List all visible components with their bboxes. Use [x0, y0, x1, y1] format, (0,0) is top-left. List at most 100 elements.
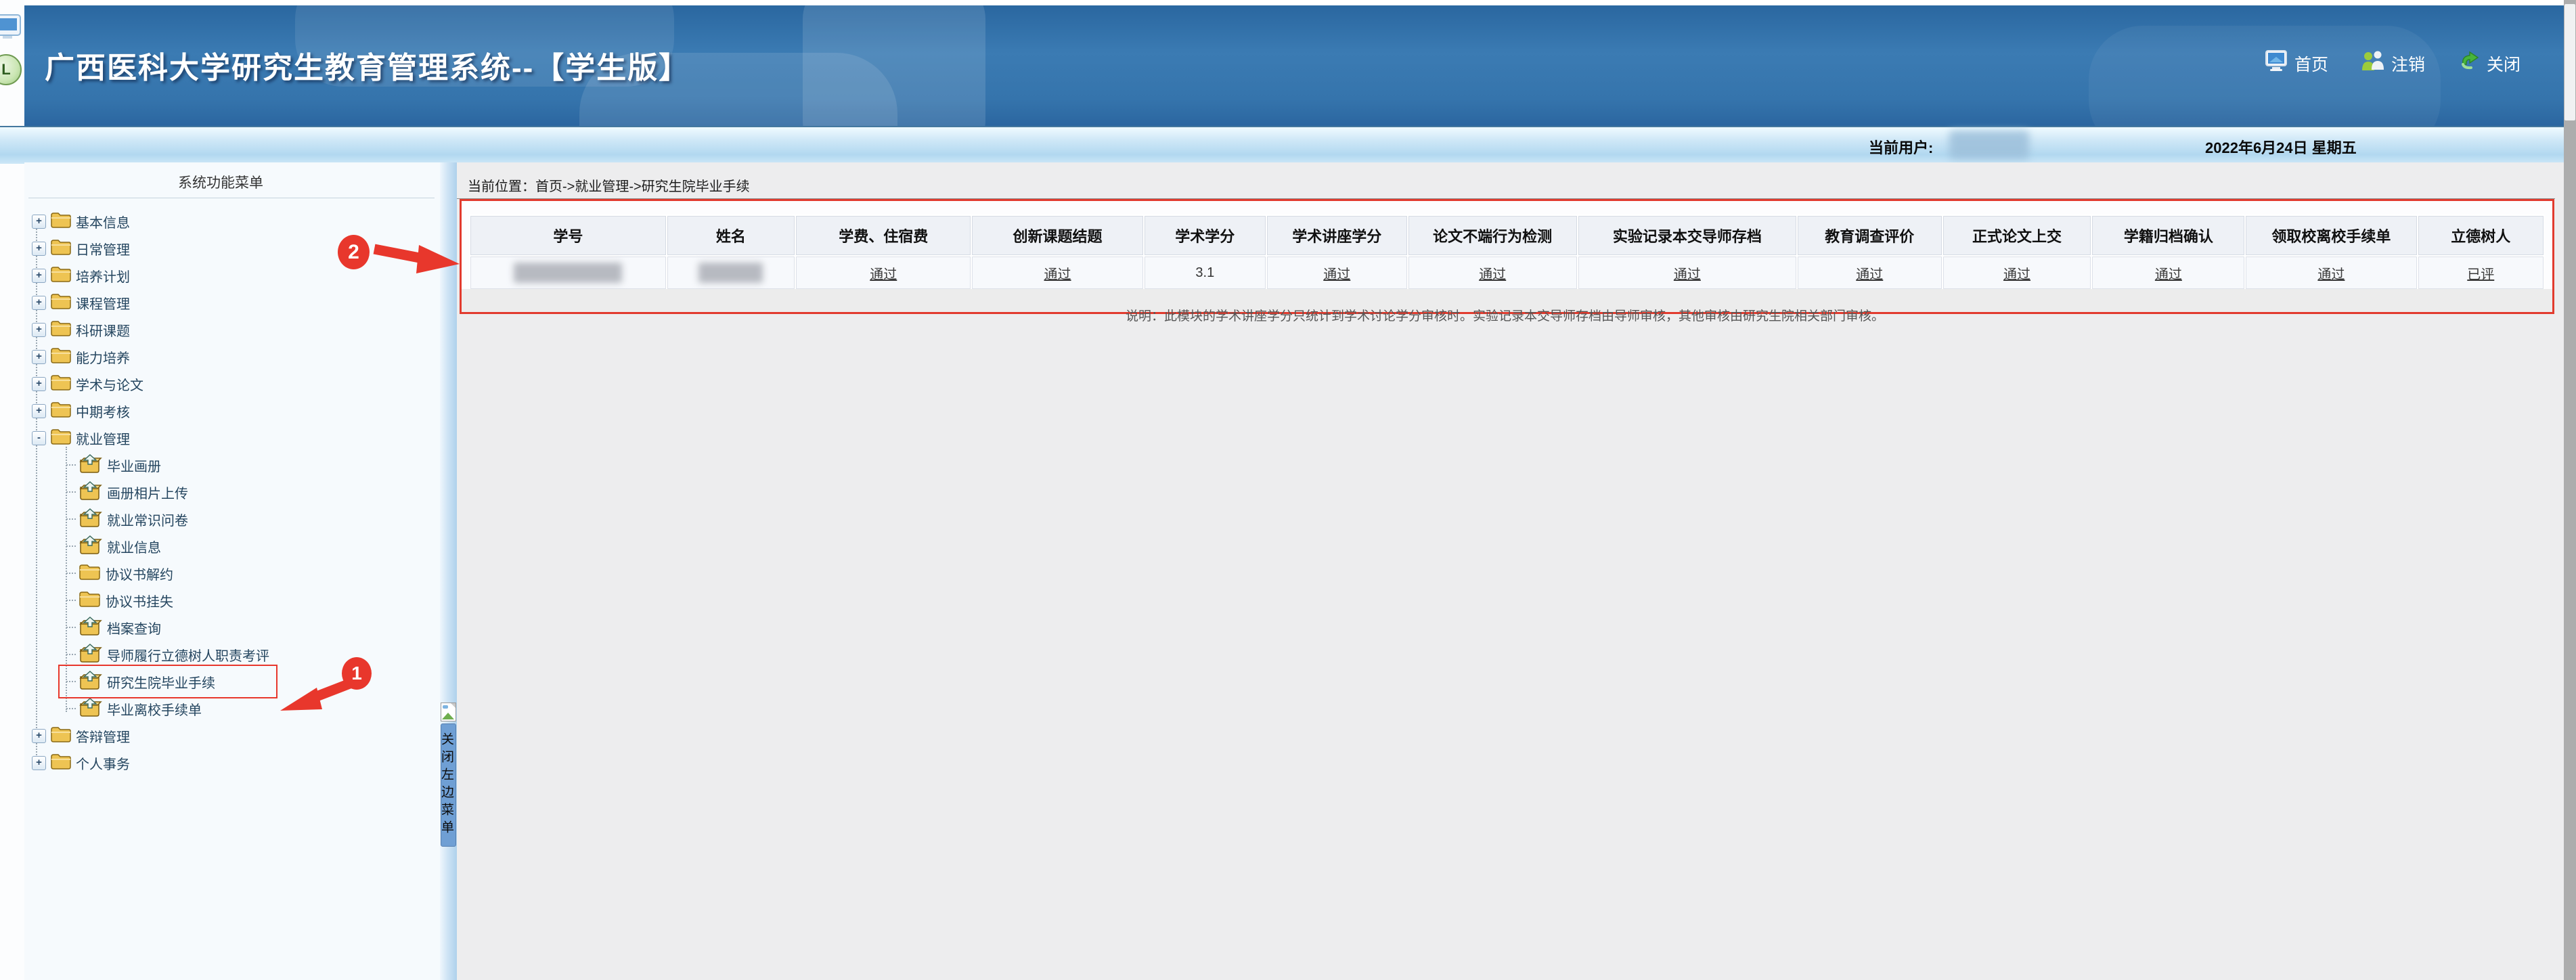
expand-node-icon[interactable]: +	[32, 729, 46, 743]
expand-node-icon[interactable]: +	[32, 404, 46, 418]
table-cell: 通过	[972, 257, 1142, 289]
table-note: 说明：此模块的学术讲座学分只统计到学术讨论学分审核时。实验记录本交导师存档由导师…	[460, 306, 2550, 324]
docked-monitor-icon[interactable]	[0, 14, 22, 41]
expand-node-icon[interactable]: +	[32, 269, 46, 283]
annotation-step-2-badge: 2	[338, 235, 370, 269]
sidebar-item-label[interactable]: 协议书挂失	[106, 591, 173, 610]
sidebar: 系统功能菜单 +基本信息+日常管理+培养计划+课程管理+科研课题+能力培养+学术…	[24, 162, 440, 980]
expand-node-icon[interactable]: +	[32, 296, 46, 310]
sidebar-item-就业信息[interactable]: 就业信息	[24, 533, 161, 560]
sidebar-item-协议书解约[interactable]: 协议书解约	[24, 560, 173, 587]
sidebar-item-label[interactable]: 答辩管理	[76, 726, 130, 746]
vertical-scrollbar[interactable]	[2564, 0, 2576, 980]
sidebar-item-能力培养[interactable]: + 能力培养	[24, 343, 130, 370]
column-header: 领取校离校手续单	[2246, 216, 2416, 255]
sidebar-item-label[interactable]: 导师履行立德树人职责考评	[107, 645, 269, 665]
column-header: 学费、住宿费	[796, 216, 971, 255]
sidebar-item-课程管理[interactable]: + 课程管理	[24, 289, 130, 316]
sidebar-item-label[interactable]: 培养计划	[76, 266, 130, 286]
redacted-value	[698, 263, 763, 283]
sidebar-item-协议书挂失[interactable]: 协议书挂失	[24, 587, 173, 614]
column-header: 立德树人	[2418, 216, 2544, 255]
sidebar-item-答辩管理[interactable]: + 答辩管理	[24, 722, 130, 749]
current-user-label: 当前用户:	[1869, 136, 1933, 158]
sidebar-item-毕业画册[interactable]: 毕业画册	[24, 451, 161, 478]
sidebar-item-label[interactable]: 中期考核	[76, 401, 130, 421]
status-value[interactable]: 通过	[1674, 267, 1701, 282]
status-value[interactable]: 通过	[2155, 267, 2182, 282]
expand-node-icon[interactable]: +	[32, 215, 46, 229]
status-value[interactable]: 通过	[1479, 267, 1506, 282]
column-header: 姓名	[667, 216, 795, 255]
folder-open-arrow-icon	[79, 453, 103, 477]
status-value[interactable]: 已评	[2467, 267, 2494, 282]
table-cell: 通过	[2246, 257, 2416, 289]
sidebar-item-就业常识问卷[interactable]: 就业常识问卷	[24, 506, 188, 533]
collapse-node-icon[interactable]: -	[32, 431, 46, 445]
scrollbar-thumb[interactable]	[2564, 4, 2575, 120]
sidebar-item-label[interactable]: 毕业画册	[107, 455, 161, 475]
sidebar-item-label[interactable]: 日常管理	[76, 239, 130, 259]
page-title: 广西医科大学研究生教育管理系统--【学生版】	[45, 43, 690, 87]
table-cell: 3.1	[1145, 257, 1266, 289]
sidebar-item-label[interactable]: 档案查询	[107, 618, 161, 638]
graduation-procedures-table: 学号姓名学费、住宿费创新课题结题学术学分学术讲座学分论文不端行为检测实验记录本交…	[469, 215, 2545, 290]
expand-node-icon[interactable]: +	[32, 756, 46, 770]
sidebar-item-就业管理[interactable]: - 就业管理	[24, 424, 130, 451]
sidebar-item-label[interactable]: 就业管理	[76, 428, 130, 448]
docked-clock-icon[interactable]: L	[0, 54, 22, 85]
status-value[interactable]: 通过	[1856, 267, 1883, 282]
sidebar-item-label[interactable]: 毕业离校手续单	[107, 699, 202, 719]
expand-node-icon[interactable]: +	[32, 377, 46, 391]
sidebar-item-毕业离校手续单[interactable]: 毕业离校手续单	[24, 695, 202, 722]
sidebar-item-label[interactable]: 学术与论文	[76, 374, 143, 394]
header-gloss-shape	[803, 5, 985, 126]
sidebar-item-label[interactable]: 个人事务	[76, 753, 130, 773]
table-cell	[667, 257, 795, 289]
breadcrumb: 当前位置：首页->就业管理->研究生院毕业手续	[468, 175, 750, 195]
sidebar-item-培养计划[interactable]: + 培养计划	[24, 262, 130, 289]
sidebar-item-label[interactable]: 能力培养	[76, 347, 130, 367]
sidebar-item-档案查询[interactable]: 档案查询	[24, 614, 161, 641]
sidebar-item-基本信息[interactable]: + 基本信息	[24, 208, 130, 235]
sidebar-item-label[interactable]: 基本信息	[76, 212, 130, 231]
status-value[interactable]: 通过	[1044, 267, 1071, 282]
sidebar-item-个人事务[interactable]: + 个人事务	[24, 749, 130, 776]
header-link-close[interactable]: 关闭	[2458, 50, 2521, 76]
expand-node-icon[interactable]: +	[32, 242, 46, 256]
collapse-left-menu-label[interactable]: 关闭左边菜单	[441, 723, 456, 847]
sidebar-item-label[interactable]: 课程管理	[76, 293, 130, 313]
sidebar-item-label[interactable]: 协议书解约	[106, 564, 173, 583]
sidebar-item-label[interactable]: 画册相片上传	[107, 483, 188, 502]
status-value[interactable]: 通过	[2003, 267, 2030, 282]
collapse-left-menu-tab[interactable]: 关闭左边菜单	[441, 703, 456, 847]
header-link-home[interactable]: 首页	[2265, 50, 2328, 76]
sidebar-item-学术与论文[interactable]: + 学术与论文	[24, 370, 143, 397]
folder-open-arrow-icon	[79, 643, 103, 667]
expand-node-icon[interactable]: +	[32, 350, 46, 364]
expand-node-icon[interactable]: +	[32, 323, 46, 337]
folder-icon	[50, 292, 72, 313]
header-link-logout[interactable]: 注销	[2361, 50, 2425, 76]
close-arrow-icon	[2458, 51, 2481, 76]
status-value[interactable]: 通过	[2317, 267, 2345, 282]
status-value[interactable]: 通过	[1323, 267, 1350, 282]
sidebar-item-中期考核[interactable]: + 中期考核	[24, 397, 130, 424]
folder-icon	[50, 401, 72, 422]
sidebar-item-画册相片上传[interactable]: 画册相片上传	[24, 478, 188, 506]
header-link-label: 首页	[2294, 51, 2328, 76]
sidebar-item-label[interactable]: 就业信息	[107, 537, 161, 556]
table-cell	[470, 257, 666, 289]
sidebar-item-日常管理[interactable]: + 日常管理	[24, 235, 130, 262]
sidebar-item-科研课题[interactable]: + 科研课题	[24, 316, 130, 343]
folder-open-arrow-icon	[79, 508, 103, 531]
status-value: 3.1	[1195, 265, 1214, 280]
sidebar-item-label[interactable]: 科研课题	[76, 320, 130, 340]
table-cell: 通过	[1267, 257, 1407, 289]
sidebar-item-label[interactable]: 就业常识问卷	[107, 510, 188, 529]
tree-connector	[66, 491, 76, 493]
sidebar-item-导师履行立德树人职责考评[interactable]: 导师履行立德树人职责考评	[24, 641, 269, 668]
column-header: 实验记录本交导师存档	[1578, 216, 1796, 255]
folder-icon	[50, 211, 72, 232]
status-value[interactable]: 通过	[870, 267, 897, 282]
